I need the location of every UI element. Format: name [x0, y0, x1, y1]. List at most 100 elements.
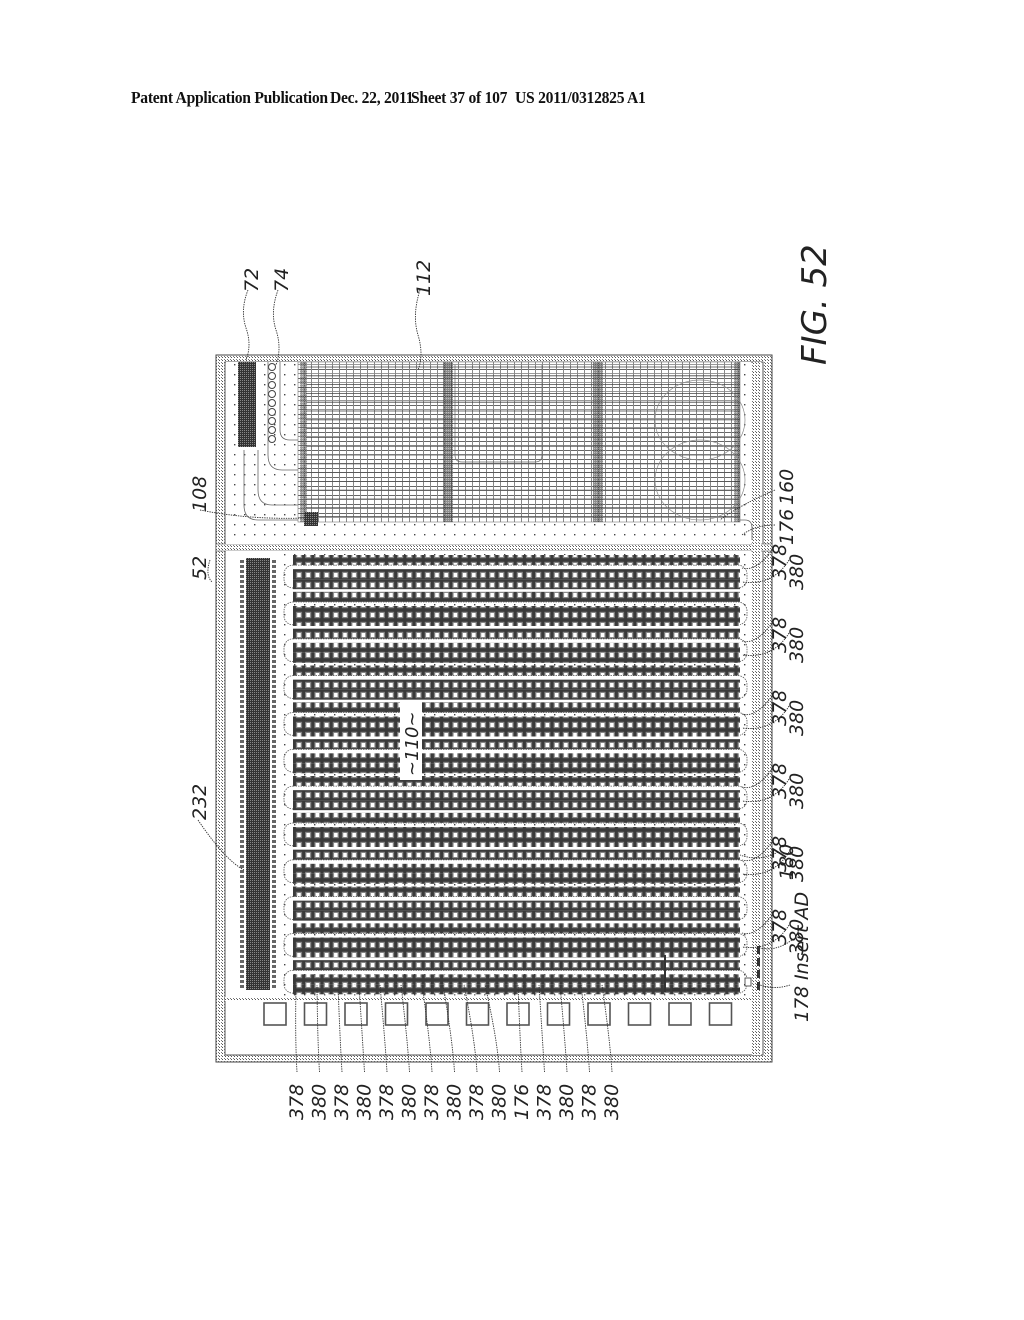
via-strip — [443, 362, 453, 522]
drive-tick — [240, 655, 244, 658]
drive-tick — [272, 710, 276, 713]
region-divider — [215, 543, 773, 552]
nozzle-row — [293, 974, 740, 985]
drive-tick — [272, 865, 276, 868]
drive-tick — [272, 850, 276, 853]
drive-tick — [240, 970, 244, 973]
nozzle-row — [293, 716, 740, 727]
drive-tick — [272, 740, 276, 743]
drive-tick — [272, 905, 276, 908]
drive-tick — [240, 690, 244, 693]
drive-tick — [272, 840, 276, 843]
drive-tick — [272, 585, 276, 588]
via-circle — [268, 426, 276, 434]
drive-tick — [240, 730, 244, 733]
label-380: 380 — [786, 700, 808, 736]
nozzle-row — [293, 900, 740, 911]
label-72: 72 — [241, 268, 263, 292]
drive-tick — [272, 775, 276, 778]
label-378: 378 — [286, 1084, 308, 1120]
drive-tick — [240, 950, 244, 953]
drive-tick — [272, 760, 276, 763]
label-380: 380 — [786, 919, 808, 955]
drive-tick — [272, 790, 276, 793]
drive-tick — [272, 800, 276, 803]
nozzle-row — [293, 591, 740, 602]
drive-tick — [240, 565, 244, 568]
drive-tick — [272, 855, 276, 858]
drive-tick — [240, 975, 244, 978]
drive-tick — [240, 720, 244, 723]
drive-tick — [240, 920, 244, 923]
bond-pad — [708, 1002, 733, 1026]
drive-tick — [272, 625, 276, 628]
drive-tick — [240, 825, 244, 828]
nozzle-row — [293, 615, 740, 626]
drive-tick — [240, 710, 244, 713]
drive-tick — [240, 800, 244, 803]
drive-tick — [240, 845, 244, 848]
drive-tick — [240, 745, 244, 748]
drive-tick — [272, 570, 276, 573]
label-176: 176 — [511, 1084, 533, 1120]
drive-tick — [240, 660, 244, 663]
drive-tick — [240, 810, 244, 813]
label-160: 160 — [776, 469, 798, 505]
leader-74 — [273, 289, 280, 366]
drive-tick — [272, 960, 276, 963]
drive-tick — [272, 915, 276, 918]
drive-tick — [240, 685, 244, 688]
drive-tick — [240, 600, 244, 603]
nozzle-row — [293, 702, 740, 713]
drive-tick — [240, 560, 244, 563]
drive-tick — [272, 580, 276, 583]
drive-tick — [240, 680, 244, 683]
drive-tick — [240, 575, 244, 578]
drive-tick — [272, 680, 276, 683]
insert-mark — [717, 988, 725, 991]
drive-tick — [272, 900, 276, 903]
label-110: ~110~ — [402, 711, 423, 776]
drive-tick — [272, 860, 276, 863]
drive-tick — [240, 675, 244, 678]
via-strip — [593, 362, 603, 522]
drive-tick — [240, 870, 244, 873]
nozzle-row — [293, 937, 740, 948]
label-380: 380 — [786, 773, 808, 809]
via-circle — [268, 390, 276, 398]
drive-tick — [240, 860, 244, 863]
drive-tick — [240, 790, 244, 793]
drive-tick — [272, 655, 276, 658]
drive-tick — [272, 705, 276, 708]
nozzle-row — [293, 960, 740, 971]
bond-pad — [627, 1002, 652, 1026]
nozzle-row — [293, 763, 740, 774]
drive-tick — [272, 845, 276, 848]
patent-figure: 72 74 112 108 52 232 160 176 180 Insert … — [189, 244, 835, 1120]
drive-tick — [240, 910, 244, 913]
drive-tick — [240, 840, 244, 843]
drive-tick — [272, 810, 276, 813]
drive-tick — [240, 805, 244, 808]
drive-tick — [240, 880, 244, 883]
drive-tick — [272, 945, 276, 948]
drive-tick — [272, 645, 276, 648]
drive-tick — [240, 740, 244, 743]
insert-mark — [672, 988, 680, 991]
nozzle-row — [293, 628, 740, 639]
drive-tick — [272, 675, 276, 678]
drive-tick — [272, 820, 276, 823]
drive-tick — [272, 980, 276, 983]
contact-block-72 — [238, 362, 256, 447]
label-112: 112 — [413, 260, 435, 296]
nozzle-row — [293, 923, 740, 934]
drive-tick — [240, 795, 244, 798]
upper-region — [226, 361, 753, 544]
drive-circuit-232 — [246, 558, 270, 990]
label-380: 380 — [399, 1084, 421, 1120]
drive-tick — [240, 755, 244, 758]
drive-tick — [240, 895, 244, 898]
drive-tick — [240, 900, 244, 903]
drive-tick — [240, 735, 244, 738]
figure-caption: FIG. 52 — [795, 244, 835, 365]
